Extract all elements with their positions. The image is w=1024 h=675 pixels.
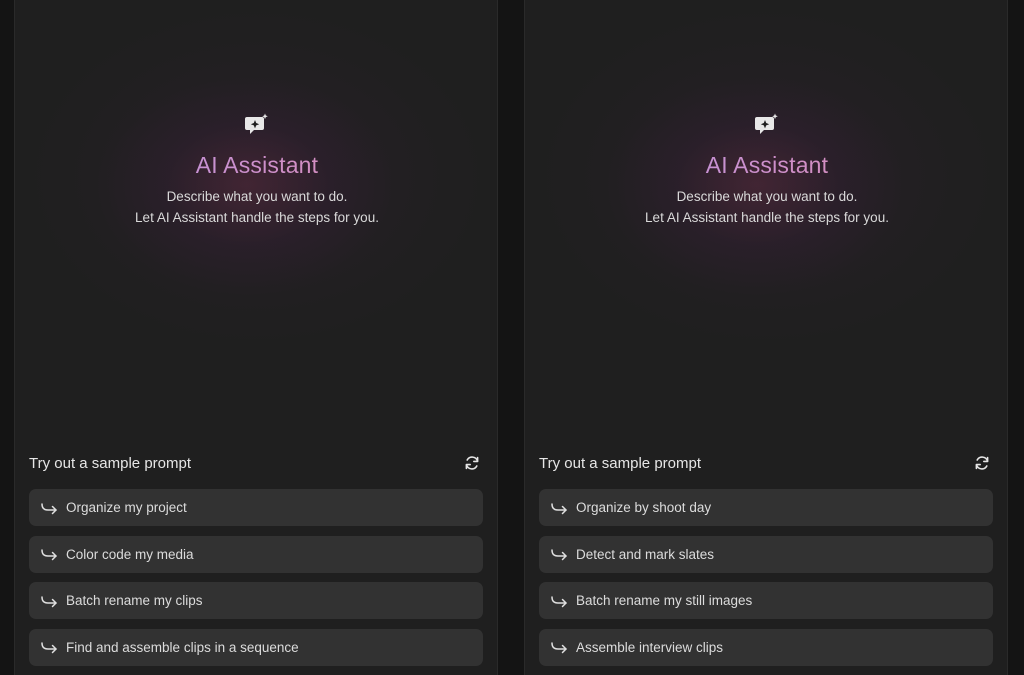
prompt-button[interactable]: Organize by shoot day	[539, 489, 993, 526]
prompt-button[interactable]: Detect and mark slates	[539, 535, 993, 573]
hero: AI Assistant Describe what you want to d…	[525, 112, 1007, 228]
prompt-label: Organize my project	[66, 500, 187, 515]
hero-description-line-2: Let AI Assistant handle the steps for yo…	[645, 210, 889, 225]
ai-chat-sparkle-icon	[755, 113, 778, 134]
refresh-button[interactable]	[971, 452, 993, 474]
prompt-button[interactable]: Color code my media	[29, 535, 483, 573]
prompt-button[interactable]: Assemble interview clips	[539, 628, 993, 666]
hero-title: AI Assistant	[15, 150, 497, 180]
refresh-icon	[975, 456, 989, 470]
sample-prompts-header: Try out a sample prompt	[29, 450, 483, 476]
ai-chat-sparkle-icon	[245, 113, 268, 134]
prompt-label: Find and assemble clips in a sequence	[66, 639, 299, 655]
app-stage: AI Assistant Describe what you want to d…	[0, 0, 1024, 675]
prompt-label: Organize by shoot day	[576, 500, 712, 515]
prompt-label: Batch rename my still images	[576, 593, 753, 609]
arrow-return-right-icon	[551, 595, 567, 607]
sample-prompts-title: Try out a sample prompt	[539, 454, 702, 472]
prompt-button[interactable]: Batch rename my clips	[29, 582, 483, 620]
arrow-return-right-icon	[551, 502, 567, 514]
arrow-return-right-icon	[41, 595, 57, 607]
arrow-return-right-icon	[551, 642, 567, 654]
arrow-return-right-icon	[41, 549, 57, 561]
prompt-list: Organize by shoot day Detect and mark sl…	[539, 489, 993, 666]
ai-assistant-panel-left: AI Assistant Describe what you want to d…	[14, 0, 498, 675]
arrow-return-right-icon	[551, 549, 567, 561]
refresh-icon	[465, 456, 479, 470]
arrow-return-right-icon	[41, 642, 57, 654]
prompt-button[interactable]: Find and assemble clips in a sequence	[29, 628, 483, 666]
prompt-list: Organize my project Color code my media …	[29, 489, 483, 666]
hero-description-line-1: Describe what you want to do.	[676, 189, 858, 204]
prompt-label: Color code my media	[66, 546, 194, 562]
ai-assistant-panel-right: AI Assistant Describe what you want to d…	[524, 0, 1008, 675]
sample-prompts: Try out a sample prompt Organize by shoo…	[539, 450, 993, 675]
prompt-label: Assemble interview clips	[576, 639, 724, 655]
refresh-button[interactable]	[461, 452, 483, 474]
sample-prompts-title: Try out a sample prompt	[29, 454, 192, 472]
arrow-return-right-icon	[41, 502, 57, 514]
hero: AI Assistant Describe what you want to d…	[15, 112, 497, 228]
hero-title: AI Assistant	[525, 150, 1007, 180]
prompt-button[interactable]: Batch rename my still images	[539, 582, 993, 620]
prompt-label: Detect and mark slates	[576, 546, 715, 562]
sample-prompts-header: Try out a sample prompt	[539, 450, 993, 476]
hero-description-line-2: Let AI Assistant handle the steps for yo…	[135, 210, 379, 225]
prompt-button[interactable]: Organize my project	[29, 489, 483, 526]
prompt-label: Batch rename my clips	[66, 593, 203, 609]
sample-prompts: Try out a sample prompt Organize my proj…	[29, 450, 483, 675]
hero-description-line-1: Describe what you want to do.	[166, 189, 348, 204]
